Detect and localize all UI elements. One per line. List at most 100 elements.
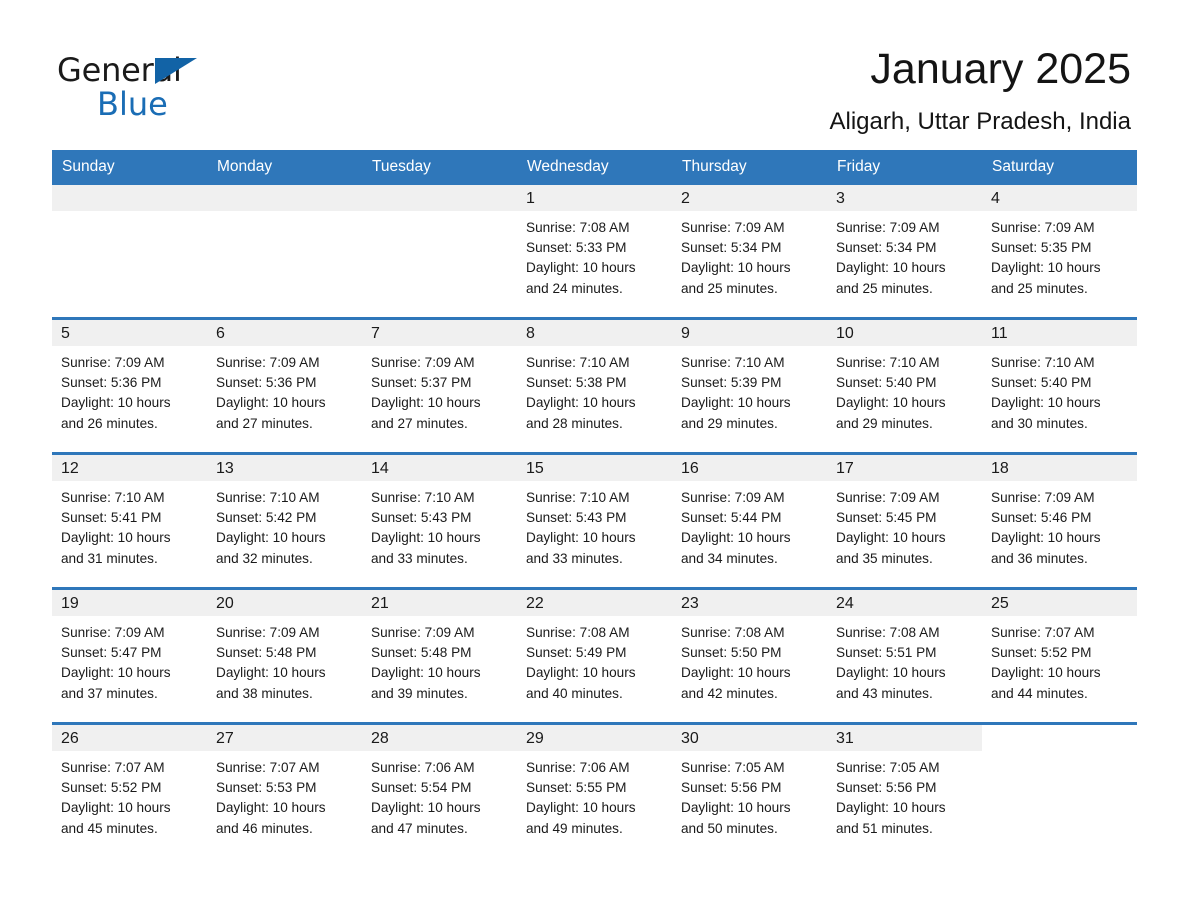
calendar-day-cell[interactable]: 15 Sunrise: 7:10 AM Sunset: 5:43 PM Dayligh… <box>517 452 672 589</box>
day-number: 14 <box>362 455 517 481</box>
day-cell-inner: 12 Sunrise: 7:10 AM Sunset: 5:41 PM Dayligh… <box>52 455 207 587</box>
day-cell-inner: 25 Sunrise: 7:07 AM Sunset: 5:52 PM Dayligh… <box>982 590 1137 722</box>
day-cell-inner: 19 Sunrise: 7:09 AM Sunset: 5:47 PM Dayligh… <box>52 590 207 722</box>
day-number: 20 <box>207 590 362 616</box>
calendar-day-cell[interactable]: 14 Sunrise: 7:10 AM Sunset: 5:43 PM Dayligh… <box>362 452 517 589</box>
daylight-duration-line2: and 46 minutes. <box>216 820 313 836</box>
daylight-duration-line2: and 25 minutes. <box>836 280 933 296</box>
day-cell-inner: 13 Sunrise: 7:10 AM Sunset: 5:42 PM Dayligh… <box>207 455 362 587</box>
daylight-duration-line1: Daylight: 10 hours <box>526 530 636 546</box>
calendar-day-cell[interactable]: 30 Sunrise: 7:05 AM Sunset: 5:56 PM Dayligh… <box>672 722 827 857</box>
calendar-day-cell[interactable]: 1 Sunrise: 7:08 AM Sunset: 5:33 PM Daylight… <box>517 185 672 319</box>
daylight-duration-line1: Daylight: 10 hours <box>836 665 946 681</box>
day-details: Sunrise: 7:09 AM Sunset: 5:36 PM Daylight:… <box>207 346 362 434</box>
daylight-duration-line2: and 28 minutes. <box>526 415 623 431</box>
calendar-day-cell[interactable]: 7 Sunrise: 7:09 AM Sunset: 5:37 PM Daylight… <box>362 317 517 454</box>
calendar-day-cell[interactable]: 28 Sunrise: 7:06 AM Sunset: 5:54 PM Dayligh… <box>362 722 517 857</box>
day-number: 2 <box>672 185 827 211</box>
calendar-day-cell[interactable]: 31 Sunrise: 7:05 AM Sunset: 5:56 PM Dayligh… <box>827 722 982 857</box>
sunrise-time: Sunrise: 7:08 AM <box>526 625 630 640</box>
calendar-day-cell[interactable]: 12 Sunrise: 7:10 AM Sunset: 5:41 PM Dayligh… <box>52 452 207 589</box>
daylight-duration-line1: Daylight: 10 hours <box>526 260 636 276</box>
calendar-day-cell[interactable]: 18 Sunrise: 7:09 AM Sunset: 5:46 PM Dayligh… <box>982 452 1137 589</box>
calendar-day-cell[interactable]: 23 Sunrise: 7:08 AM Sunset: 5:50 PM Dayligh… <box>672 587 827 724</box>
general-blue-logo[interactable]: General Blue <box>57 44 207 124</box>
daylight-duration-line1: Daylight: 10 hours <box>526 395 636 411</box>
day-cell-inner: 22 Sunrise: 7:08 AM Sunset: 5:49 PM Dayligh… <box>517 590 672 722</box>
calendar-day-cell[interactable]: 29 Sunrise: 7:06 AM Sunset: 5:55 PM Dayligh… <box>517 722 672 857</box>
sunrise-time: Sunrise: 7:09 AM <box>681 490 785 505</box>
day-cell-inner: 10 Sunrise: 7:10 AM Sunset: 5:40 PM Dayligh… <box>827 320 982 452</box>
daylight-duration-line1: Daylight: 10 hours <box>61 800 171 816</box>
day-details: Sunrise: 7:10 AM Sunset: 5:43 PM Daylight:… <box>517 481 672 569</box>
daylight-duration-line1: Daylight: 10 hours <box>836 260 946 276</box>
day-cell-inner <box>362 185 517 317</box>
day-number: 27 <box>207 725 362 751</box>
calendar-day-cell[interactable]: 8 Sunrise: 7:10 AM Sunset: 5:38 PM Daylight… <box>517 317 672 454</box>
calendar-day-cell[interactable]: 26 Sunrise: 7:07 AM Sunset: 5:52 PM Dayligh… <box>52 722 207 857</box>
daylight-duration-line2: and 39 minutes. <box>371 685 468 701</box>
daylight-duration-line1: Daylight: 10 hours <box>371 800 481 816</box>
day-number: 21 <box>362 590 517 616</box>
day-cell-inner: 23 Sunrise: 7:08 AM Sunset: 5:50 PM Dayligh… <box>672 590 827 722</box>
day-details: Sunrise: 7:05 AM Sunset: 5:56 PM Daylight:… <box>827 751 982 839</box>
sunrise-time: Sunrise: 7:09 AM <box>216 625 320 640</box>
calendar-day-cell[interactable]: 27 Sunrise: 7:07 AM Sunset: 5:53 PM Dayligh… <box>207 722 362 857</box>
day-number: 19 <box>52 590 207 616</box>
sunrise-time: Sunrise: 7:09 AM <box>681 220 785 235</box>
calendar-day-cell[interactable]: 9 Sunrise: 7:10 AM Sunset: 5:39 PM Daylight… <box>672 317 827 454</box>
calendar-day-cell[interactable]: 17 Sunrise: 7:09 AM Sunset: 5:45 PM Dayligh… <box>827 452 982 589</box>
daylight-duration-line1: Daylight: 10 hours <box>991 530 1101 546</box>
daylight-duration-line2: and 33 minutes. <box>526 550 623 566</box>
calendar-day-cell <box>52 185 207 319</box>
sunrise-time: Sunrise: 7:10 AM <box>61 490 165 505</box>
calendar-day-cell[interactable]: 2 Sunrise: 7:09 AM Sunset: 5:34 PM Daylight… <box>672 185 827 319</box>
day-number: 1 <box>517 185 672 211</box>
weekday-header-tuesday: Tuesday <box>362 150 517 185</box>
sunset-time: Sunset: 5:33 PM <box>526 240 627 256</box>
day-cell-inner: 27 Sunrise: 7:07 AM Sunset: 5:53 PM Dayligh… <box>207 725 362 857</box>
day-cell-inner: 6 Sunrise: 7:09 AM Sunset: 5:36 PM Daylight… <box>207 320 362 452</box>
daylight-duration-line2: and 40 minutes. <box>526 685 623 701</box>
weekday-header-row: Sunday Monday Tuesday Wednesday Thursday… <box>52 150 1137 185</box>
sunrise-time: Sunrise: 7:10 AM <box>526 355 630 370</box>
calendar-day-cell[interactable]: 13 Sunrise: 7:10 AM Sunset: 5:42 PM Dayligh… <box>207 452 362 589</box>
day-number: 23 <box>672 590 827 616</box>
sunset-time: Sunset: 5:34 PM <box>836 240 937 256</box>
daylight-duration-line2: and 42 minutes. <box>681 685 778 701</box>
calendar-day-cell[interactable]: 10 Sunrise: 7:10 AM Sunset: 5:40 PM Dayligh… <box>827 317 982 454</box>
calendar-week-row: 26 Sunrise: 7:07 AM Sunset: 5:52 PM Dayligh… <box>52 722 1137 857</box>
calendar-day-cell[interactable]: 6 Sunrise: 7:09 AM Sunset: 5:36 PM Daylight… <box>207 317 362 454</box>
day-details: Sunrise: 7:09 AM Sunset: 5:34 PM Daylight:… <box>827 211 982 299</box>
day-details: Sunrise: 7:10 AM Sunset: 5:40 PM Daylight:… <box>827 346 982 434</box>
calendar-day-cell[interactable]: 5 Sunrise: 7:09 AM Sunset: 5:36 PM Daylight… <box>52 317 207 454</box>
calendar-day-cell[interactable]: 4 Sunrise: 7:09 AM Sunset: 5:35 PM Daylight… <box>982 185 1137 319</box>
daylight-duration-line1: Daylight: 10 hours <box>371 665 481 681</box>
day-cell-inner <box>982 725 1137 857</box>
calendar-day-cell[interactable]: 3 Sunrise: 7:09 AM Sunset: 5:34 PM Daylight… <box>827 185 982 319</box>
day-details: Sunrise: 7:07 AM Sunset: 5:52 PM Daylight:… <box>982 616 1137 704</box>
sunrise-time: Sunrise: 7:05 AM <box>836 760 940 775</box>
calendar-day-cell[interactable]: 25 Sunrise: 7:07 AM Sunset: 5:52 PM Dayligh… <box>982 587 1137 724</box>
calendar-day-cell <box>982 722 1137 857</box>
calendar-day-cell[interactable]: 19 Sunrise: 7:09 AM Sunset: 5:47 PM Dayligh… <box>52 587 207 724</box>
daylight-duration-line2: and 51 minutes. <box>836 820 933 836</box>
daylight-duration-line1: Daylight: 10 hours <box>836 530 946 546</box>
daylight-duration-line2: and 38 minutes. <box>216 685 313 701</box>
calendar-day-cell[interactable]: 11 Sunrise: 7:10 AM Sunset: 5:40 PM Dayligh… <box>982 317 1137 454</box>
sunset-time: Sunset: 5:52 PM <box>991 645 1092 661</box>
day-number: 4 <box>982 185 1137 211</box>
daylight-duration-line1: Daylight: 10 hours <box>991 260 1101 276</box>
calendar-day-cell[interactable]: 24 Sunrise: 7:08 AM Sunset: 5:51 PM Dayligh… <box>827 587 982 724</box>
calendar-day-cell[interactable]: 22 Sunrise: 7:08 AM Sunset: 5:49 PM Dayligh… <box>517 587 672 724</box>
day-number <box>982 725 1137 751</box>
day-details <box>362 211 517 218</box>
weekday-header-saturday: Saturday <box>982 150 1137 185</box>
calendar-day-cell[interactable]: 16 Sunrise: 7:09 AM Sunset: 5:44 PM Dayligh… <box>672 452 827 589</box>
day-details: Sunrise: 7:06 AM Sunset: 5:54 PM Daylight:… <box>362 751 517 839</box>
calendar-day-cell[interactable]: 21 Sunrise: 7:09 AM Sunset: 5:48 PM Dayligh… <box>362 587 517 724</box>
day-number: 9 <box>672 320 827 346</box>
day-cell-inner: 7 Sunrise: 7:09 AM Sunset: 5:37 PM Daylight… <box>362 320 517 452</box>
weekday-header-sunday: Sunday <box>52 150 207 185</box>
calendar-day-cell[interactable]: 20 Sunrise: 7:09 AM Sunset: 5:48 PM Dayligh… <box>207 587 362 724</box>
